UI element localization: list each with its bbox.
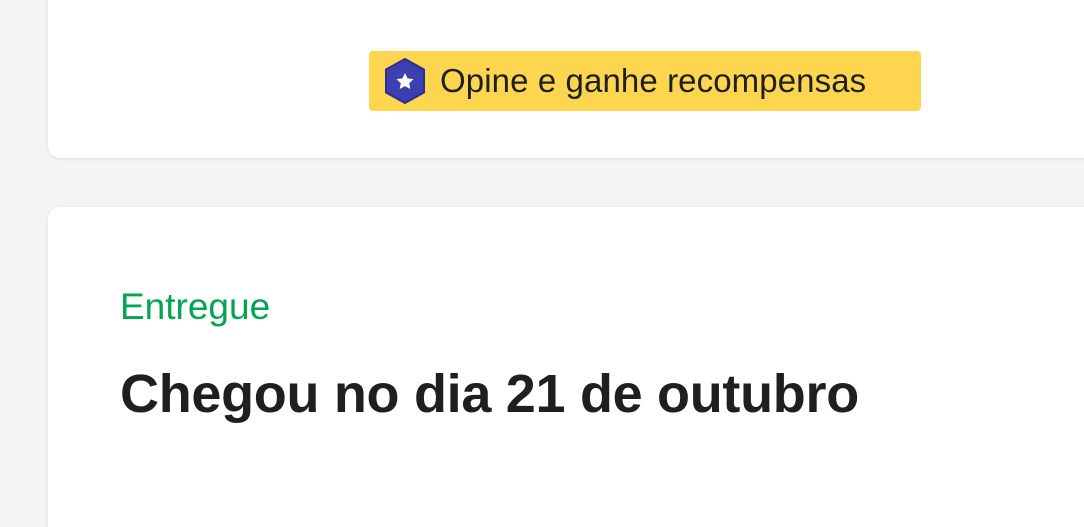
reward-label: Opine e ganhe recompensas [440,62,867,99]
delivery-date-title: Chegou no dia 21 de outubro [120,364,859,424]
reward-review-button[interactable]: Opine e ganhe recompensas [369,51,921,111]
shield-star-icon [385,58,425,104]
delivery-status: Entregue [120,286,271,327]
